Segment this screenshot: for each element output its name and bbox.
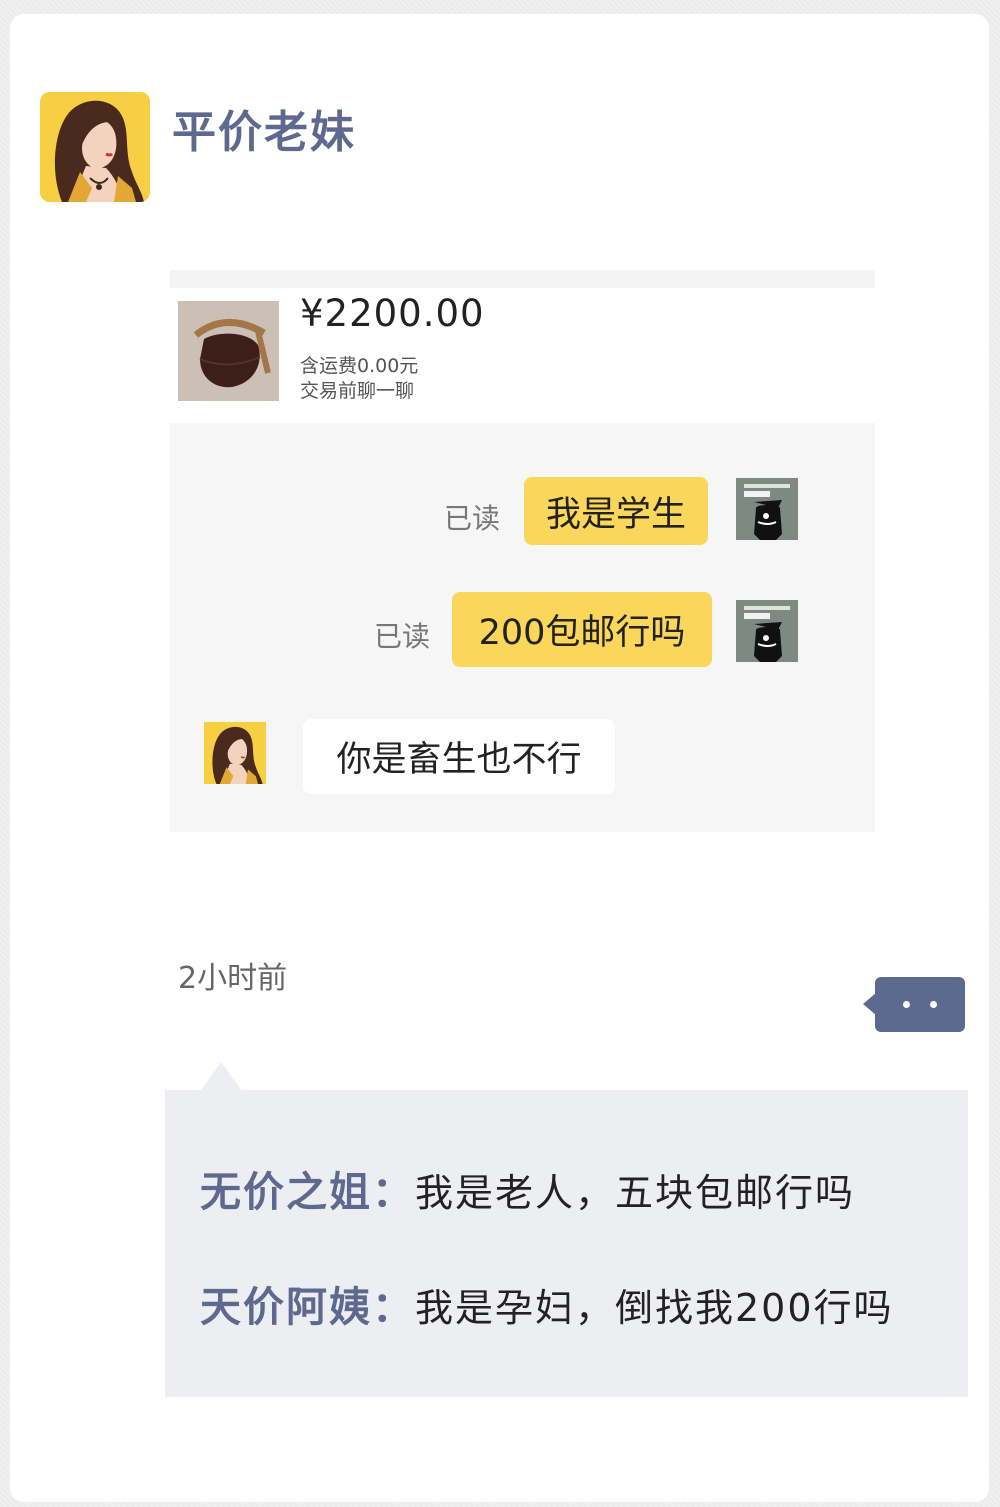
chat-bubble: 200包邮行吗 [452, 592, 712, 667]
comment-item[interactable]: 天价阿姨：我是孕妇，倒找我200行吗 [200, 1273, 894, 1333]
seller-avatar[interactable] [204, 722, 266, 784]
woman-avatar-icon [40, 92, 150, 202]
username[interactable]: 平价老妹 [172, 96, 356, 160]
read-status: 已读 [374, 620, 431, 653]
chat-prompt: 交易前聊一聊 [300, 380, 415, 402]
more-dots-icon [903, 1001, 910, 1008]
product-image[interactable] [178, 301, 279, 401]
comment-author: 天价阿姨： [200, 1283, 415, 1331]
post-top-bar [170, 270, 875, 288]
shipping-fee: 含运费0.00元 [300, 355, 419, 377]
penguin-avatar-icon [736, 600, 798, 662]
buyer-avatar[interactable] [736, 478, 798, 540]
more-options-button[interactable] [863, 977, 965, 1032]
timestamp: 2小时前 [178, 961, 288, 996]
chat-bubble: 我是学生 [524, 477, 708, 545]
comment-text: 我是孕妇，倒找我200行吗 [415, 1286, 894, 1330]
comments-box: 无价之姐：我是老人，五块包邮行吗 天价阿姨：我是孕妇，倒找我200行吗 [165, 1062, 968, 1397]
user-avatar[interactable] [40, 92, 150, 202]
comment-text: 我是老人，五块包邮行吗 [415, 1171, 856, 1215]
woman-avatar-icon [204, 722, 266, 784]
handbag-image [178, 301, 279, 401]
comment-item[interactable]: 无价之姐：我是老人，五块包邮行吗 [200, 1158, 855, 1218]
product-price: ¥2200.00 [300, 292, 485, 335]
buyer-avatar[interactable] [736, 600, 798, 662]
chat-bubble: 你是畜生也不行 [303, 719, 615, 794]
penguin-avatar-icon [736, 478, 798, 540]
comment-author: 无价之姐： [200, 1168, 415, 1216]
read-status: 已读 [444, 502, 501, 535]
